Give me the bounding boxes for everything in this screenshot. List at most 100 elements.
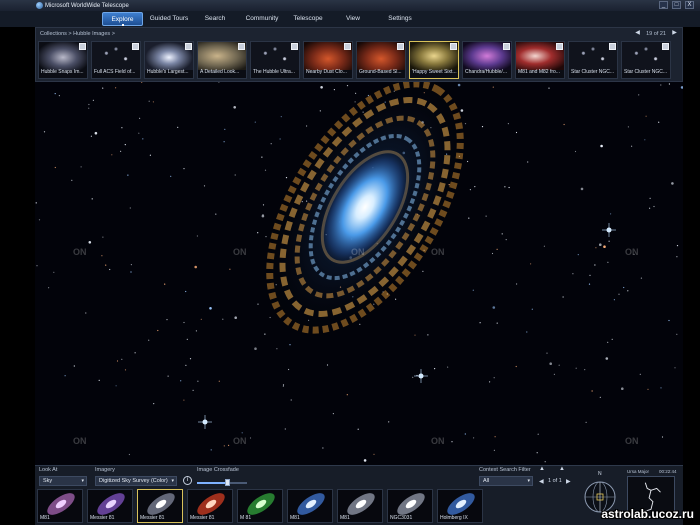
star (676, 256, 678, 258)
star (109, 268, 111, 271)
context-thumbnail[interactable]: M81 (337, 489, 383, 523)
star (320, 86, 323, 89)
thumbnail-menu-icon[interactable] (185, 43, 192, 50)
sky-canvas[interactable]: ON ON ON ON ON ON ON ON ON (35, 82, 683, 465)
close-button[interactable]: X (685, 1, 694, 9)
context-thumbnail[interactable]: Messier 81 (87, 489, 133, 523)
tab-explore[interactable]: Explore (102, 12, 143, 26)
star (36, 265, 38, 267)
thumbnail-menu-icon[interactable] (79, 43, 86, 50)
star (116, 360, 119, 362)
next-page-button[interactable]: ▶ (671, 30, 678, 37)
tab-view[interactable]: View (342, 12, 364, 26)
tab-community[interactable]: Community (243, 12, 281, 26)
collection-thumbnail[interactable]: Star Cluster NGC... (621, 41, 671, 79)
star (527, 161, 529, 163)
star (515, 131, 518, 134)
thumbnail-menu-icon[interactable] (609, 43, 616, 50)
star (170, 175, 172, 177)
star (531, 308, 533, 310)
context-thumbnail[interactable]: NGC3031 (387, 489, 433, 523)
thumbnail-menu-icon[interactable] (503, 43, 510, 50)
context-scroll-down-button[interactable]: ▲ (559, 466, 565, 472)
star (234, 174, 236, 176)
tile-watermark: ON (351, 247, 365, 257)
collection-thumbnail[interactable]: Ground-Based Sl... (356, 41, 406, 79)
star (90, 135, 92, 137)
star (115, 385, 117, 387)
thumbnail-menu-icon[interactable] (344, 43, 351, 50)
imagery-dropdown[interactable]: Digitized Sky Survey (Color) ▾ (95, 476, 177, 486)
star (91, 198, 93, 200)
context-thumbnail[interactable]: M81 (287, 489, 333, 523)
context-thumbnail-image (97, 493, 125, 515)
collection-thumbnail[interactable]: The Hubble Ultra... (250, 41, 300, 79)
thumbnail-menu-icon[interactable] (450, 43, 457, 50)
star (270, 143, 272, 145)
previous-page-button[interactable]: ◀ (634, 30, 641, 37)
collection-thumbnail[interactable]: Hubble Snaps Im... (38, 41, 88, 79)
breadcrumb[interactable]: Collections > Hubble Images > (40, 31, 115, 37)
collection-thumbnail[interactable]: Hubble's Largest... (144, 41, 194, 79)
collection-thumbnail[interactable]: Nearby Dust Clo... (303, 41, 353, 79)
star (306, 125, 308, 127)
tab-telescope[interactable]: Telescope (291, 12, 325, 26)
crossfade-slider-handle[interactable] (225, 479, 230, 486)
collection-thumbnail[interactable]: Star Cluster NGC... (568, 41, 618, 79)
star (676, 245, 679, 247)
tab-settings[interactable]: Settings (385, 12, 415, 26)
star (218, 380, 220, 382)
thumbnail-menu-icon[interactable] (291, 43, 298, 50)
context-thumbnail-image (347, 493, 375, 515)
minimize-button[interactable]: _ (659, 1, 668, 9)
star (627, 290, 629, 292)
tile-watermark: ON (625, 247, 639, 257)
star (88, 107, 90, 109)
context-filter-dropdown[interactable]: All ▾ (479, 476, 533, 486)
tab-guided-tours[interactable]: Guided Tours (147, 12, 191, 26)
look-at-dropdown[interactable]: Sky ▾ (39, 476, 87, 486)
thumbnail-menu-icon[interactable] (556, 43, 563, 50)
sky-view[interactable]: ON ON ON ON ON ON ON ON ON (35, 82, 683, 465)
context-filter-value: All (483, 478, 490, 484)
star (605, 357, 609, 360)
context-thumbnail-image (47, 493, 75, 515)
thumbnail-menu-icon[interactable] (662, 43, 669, 50)
context-thumbnail[interactable]: Messier 81 (187, 489, 233, 523)
star (496, 322, 498, 324)
star (485, 215, 487, 217)
star (124, 144, 126, 146)
thumbnail-label: M81 and M82 fro... (518, 69, 560, 75)
context-prev-button[interactable]: ◀ (539, 478, 544, 485)
context-thumbnail[interactable]: M81 (37, 489, 83, 523)
context-scroll-up-button[interactable]: ▲ (539, 466, 545, 472)
star (346, 394, 348, 396)
imagery-label: Imagery (95, 467, 115, 473)
collection-thumbnail[interactable]: 'Happy Sweet Sixt... (409, 41, 459, 79)
context-next-button[interactable]: ▶ (566, 478, 571, 485)
thumbnail-menu-icon[interactable] (397, 43, 404, 50)
star (262, 214, 264, 216)
collection-thumbnail[interactable]: Full ACS Field of... (91, 41, 141, 79)
thumbnail-menu-icon[interactable] (238, 43, 245, 50)
star (599, 396, 601, 398)
maximize-button[interactable]: □ (672, 1, 681, 9)
star (631, 145, 633, 147)
context-thumbnail[interactable]: M 81 (237, 489, 283, 523)
context-thumbnail-label: NGC3031 (390, 515, 413, 521)
star (493, 449, 495, 451)
star (610, 213, 612, 215)
collection-thumbnail[interactable]: M81 and M82 fro... (515, 41, 565, 79)
tab-search[interactable]: Search (200, 12, 230, 26)
star (357, 428, 359, 430)
star (64, 375, 66, 377)
collection-thumbnail[interactable]: A Detailed Look... (197, 41, 247, 79)
thumbnail-menu-icon[interactable] (132, 43, 139, 50)
star (639, 373, 641, 375)
context-thumbnail[interactable]: Holmberg IX (437, 489, 483, 523)
collection-thumbnail[interactable]: Chandra/Hubble/... (462, 41, 512, 79)
info-icon[interactable]: i (183, 476, 192, 485)
star (618, 293, 620, 295)
context-thumbnail[interactable]: Messier 81 (137, 489, 183, 523)
star (414, 334, 416, 336)
